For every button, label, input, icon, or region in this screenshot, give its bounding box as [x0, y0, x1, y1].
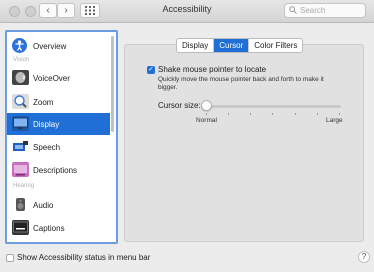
search-field[interactable]: Search: [284, 3, 366, 18]
sidebar-item-overview[interactable]: Overview: [7, 35, 110, 57]
sidebar-item-label: Zoom: [33, 98, 54, 107]
sidebar-item-label: Display: [33, 120, 60, 129]
tab-bar: Display Cursor Color Filters: [176, 38, 304, 53]
speaker-icon: [12, 197, 29, 212]
sidebar-item-label: Audio: [33, 201, 54, 210]
sidebar-item-captions[interactable]: Captions: [7, 217, 110, 239]
slider-tick: [272, 113, 273, 115]
sidebar-item-label: Speech: [33, 143, 61, 152]
sidebar[interactable]: Overview Vision VoiceOver Zoom Display S…: [5, 30, 118, 244]
section-header-vision: Vision: [13, 57, 30, 63]
accessibility-icon: [12, 38, 27, 53]
sidebar-item-zoom[interactable]: Zoom: [7, 91, 110, 113]
sidebar-item-label: Captions: [33, 224, 65, 233]
checkmark-icon: ✓: [148, 66, 154, 73]
sidebar-item-label: VoiceOver: [33, 74, 70, 83]
descriptions-icon: [12, 162, 29, 177]
sidebar-item-speech[interactable]: Speech: [7, 136, 110, 158]
slider-max-label: Large: [326, 117, 343, 124]
display-icon: [12, 116, 29, 131]
shake-pointer-checkbox[interactable]: ✓: [147, 66, 155, 74]
voiceover-icon: [12, 70, 29, 85]
sidebar-item-label: Descriptions: [33, 166, 78, 175]
captions-icon: [12, 220, 29, 235]
show-status-label: Show Accessibility status in menu bar: [17, 253, 151, 262]
tab-color-filters[interactable]: Color Filters: [249, 39, 302, 52]
slider-tick: [295, 113, 296, 115]
sidebar-item-label: Overview: [33, 42, 67, 51]
help-button[interactable]: ?: [358, 251, 370, 263]
zoom-icon: [12, 94, 29, 109]
slider-tick: [339, 113, 340, 115]
cursor-size-slider[interactable]: [205, 105, 341, 108]
section-header-hearing: Hearing: [13, 183, 35, 189]
sidebar-scrollbar[interactable]: [111, 36, 114, 132]
slider-min-label: Normal: [196, 117, 217, 124]
search-icon: [289, 6, 297, 14]
slider-tick: [250, 113, 251, 115]
search-placeholder: Search: [300, 6, 326, 15]
sidebar-item-display[interactable]: Display: [7, 113, 110, 135]
slider-tick: [228, 113, 229, 115]
slider-tick: [206, 113, 207, 115]
speech-icon: [12, 139, 29, 154]
cursor-size-slider-knob[interactable]: [201, 100, 212, 111]
title-bar: ‹ › Accessibility Search: [0, 0, 374, 23]
shake-pointer-label: Shake mouse pointer to locate: [158, 65, 267, 74]
shake-pointer-description: Quickly move the mouse pointer back and …: [158, 76, 324, 91]
cursor-size-label: Cursor size:: [158, 101, 201, 110]
sidebar-item-audio[interactable]: Audio: [7, 194, 110, 216]
tab-cursor[interactable]: Cursor: [214, 39, 250, 52]
sidebar-item-voiceover[interactable]: VoiceOver: [7, 67, 110, 89]
sidebar-item-descriptions[interactable]: Descriptions: [7, 159, 110, 181]
slider-tick: [317, 113, 318, 115]
show-status-checkbox[interactable]: [6, 254, 14, 262]
tab-display[interactable]: Display: [177, 39, 215, 52]
